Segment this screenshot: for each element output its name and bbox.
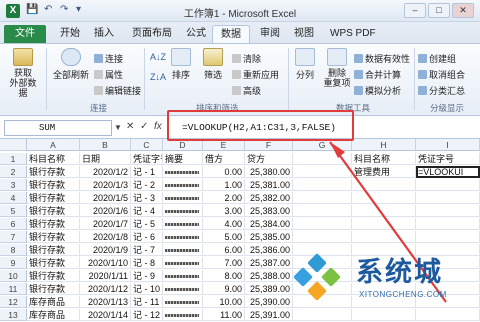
watermark: 系统城 XITONGCHENG.COM (293, 250, 478, 320)
watermark-logo-tile (307, 281, 327, 301)
watermark-logo-tile (293, 267, 313, 287)
watermark-subtext: XITONGCHENG.COM (359, 290, 447, 299)
watermark-logo-tile (307, 253, 327, 273)
watermark-logo-tile (321, 267, 341, 287)
watermark-text: 系统城 (356, 257, 443, 288)
